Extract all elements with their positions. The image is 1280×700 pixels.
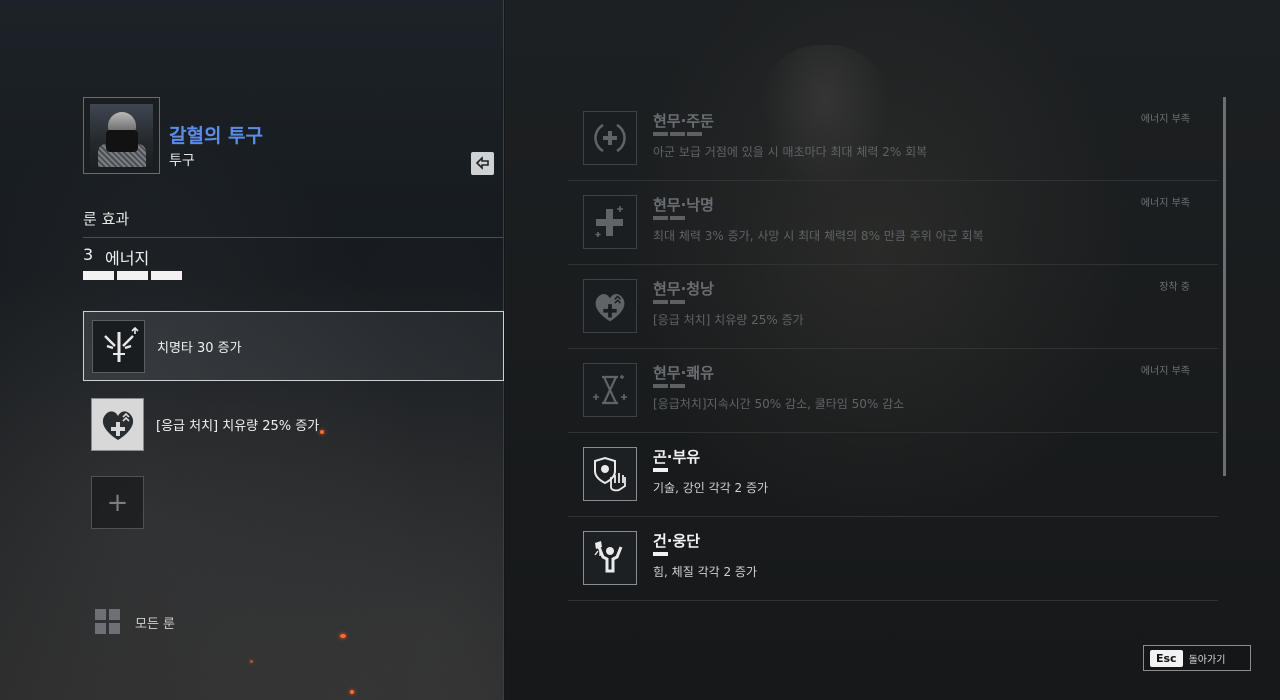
add-rune-slot-button[interactable]: +: [91, 476, 144, 529]
rune-status: 에너지 부족: [1140, 114, 1190, 125]
rune-name: 현무·낙명: [653, 196, 714, 214]
item-name: 갈혈의 투구: [169, 125, 264, 147]
rune-name: 건·웅단: [653, 532, 701, 550]
all-runes-button[interactable]: 모든 룬: [95, 609, 175, 635]
grid-icon: [95, 609, 120, 634]
rune-list-item[interactable]: 현무·쾌유 [응급처치]지속시간 50% 감소, 쿨타임 50% 감소 에너지 …: [568, 349, 1218, 433]
rune-status: 에너지 부족: [1140, 366, 1190, 377]
rune-list-item[interactable]: 현무·주둔 아군 보급 거점에 있을 시 매초마다 최대 체력 2% 회복 에너…: [568, 97, 1218, 181]
strong-man-icon: [583, 531, 637, 585]
rune-description: 아군 보급 거점에 있을 시 매초마다 최대 체력 2% 회복: [653, 145, 928, 159]
rune-name: 현무·청낭: [653, 280, 714, 298]
energy-bar: [151, 271, 182, 280]
rune-list-item[interactable]: 건·웅단 힘, 체질 각각 2 증가: [568, 517, 1218, 601]
rune-list-item[interactable]: 곤·부유 기술, 강인 각각 2 증가: [568, 433, 1218, 517]
back-button[interactable]: Esc 돌아가기: [1143, 645, 1251, 671]
ember-particle: [340, 634, 346, 638]
rune-slot-label: 치명타 30 증가: [157, 340, 242, 356]
back-label: 돌아가기: [1188, 654, 1226, 666]
rune-name: 현무·쾌유: [653, 364, 714, 382]
rune-cost-bars: [653, 300, 685, 304]
rune-description: 최대 체력 3% 증가, 사망 시 최대 체력의 8% 만큼 주위 아군 회복: [653, 229, 984, 243]
esc-key-badge: Esc: [1150, 649, 1183, 667]
energy-bar-group: [83, 271, 182, 280]
left-panel: 갈혈의 투구 투구 룬 효과 3 에너지 치명타 30 증가 [응급 처치] 치…: [0, 0, 504, 700]
rune-list-item[interactable]: 현무·청낭 [응급 처치] 치유량 25% 증가 장착 중: [568, 265, 1218, 349]
rune-cost-bars: [653, 468, 668, 472]
heart-heal-icon: [91, 397, 144, 451]
cross-plus-icon: [583, 195, 637, 249]
swap-arrows-icon: [475, 156, 489, 170]
divider: [83, 237, 503, 238]
helmet-portrait: [90, 104, 153, 167]
rune-cost-bars: [653, 552, 668, 556]
rune-description: 힘, 체질 각각 2 증가: [653, 565, 757, 579]
energy-label: 에너지: [105, 249, 150, 268]
rune-status: 에너지 부족: [1140, 198, 1190, 209]
scrollbar[interactable]: [1223, 97, 1226, 476]
circle-plus-icon: [583, 111, 637, 165]
ember-particle: [350, 690, 354, 694]
rune-name: 현무·주둔: [653, 112, 714, 130]
crit-sword-icon: [92, 319, 145, 373]
rune-slot-label: [응급 처치] 치유량 25% 증가: [156, 418, 320, 434]
rune-slot-1[interactable]: 치명타 30 증가: [83, 311, 504, 381]
all-runes-label: 모든 룬: [135, 616, 176, 632]
rune-cost-bars: [653, 384, 685, 388]
rune-description: [응급처치]지속시간 50% 감소, 쿨타임 50% 감소: [653, 397, 905, 411]
swap-button[interactable]: [471, 152, 494, 175]
hourglass-plus-icon: [583, 363, 637, 417]
energy-count: 3: [83, 245, 94, 264]
rune-description: 기술, 강인 각각 2 증가: [653, 481, 769, 495]
rune-slot-2[interactable]: [응급 처치] 치유량 25% 증가: [83, 389, 504, 459]
rune-list-item[interactable]: 현무·낙명 최대 체력 3% 증가, 사망 시 최대 체력의 8% 만큼 주위 …: [568, 181, 1218, 265]
energy-bar: [117, 271, 148, 280]
rune-status: 장착 중: [1159, 282, 1190, 293]
rune-description: [응급 처치] 치유량 25% 증가: [653, 313, 804, 327]
plus-icon: +: [106, 487, 129, 518]
item-portrait-frame[interactable]: [83, 97, 160, 174]
item-type: 투구: [169, 153, 195, 169]
rune-effect-title: 룬 효과: [83, 210, 130, 228]
rune-name: 곤·부유: [653, 448, 701, 466]
ember-particle: [250, 660, 253, 663]
shield-hand-icon: [583, 447, 637, 501]
rune-cost-bars: [653, 216, 685, 220]
energy-bar: [83, 271, 114, 280]
heart-heal-icon: [583, 279, 637, 333]
rune-cost-bars: [653, 132, 702, 136]
